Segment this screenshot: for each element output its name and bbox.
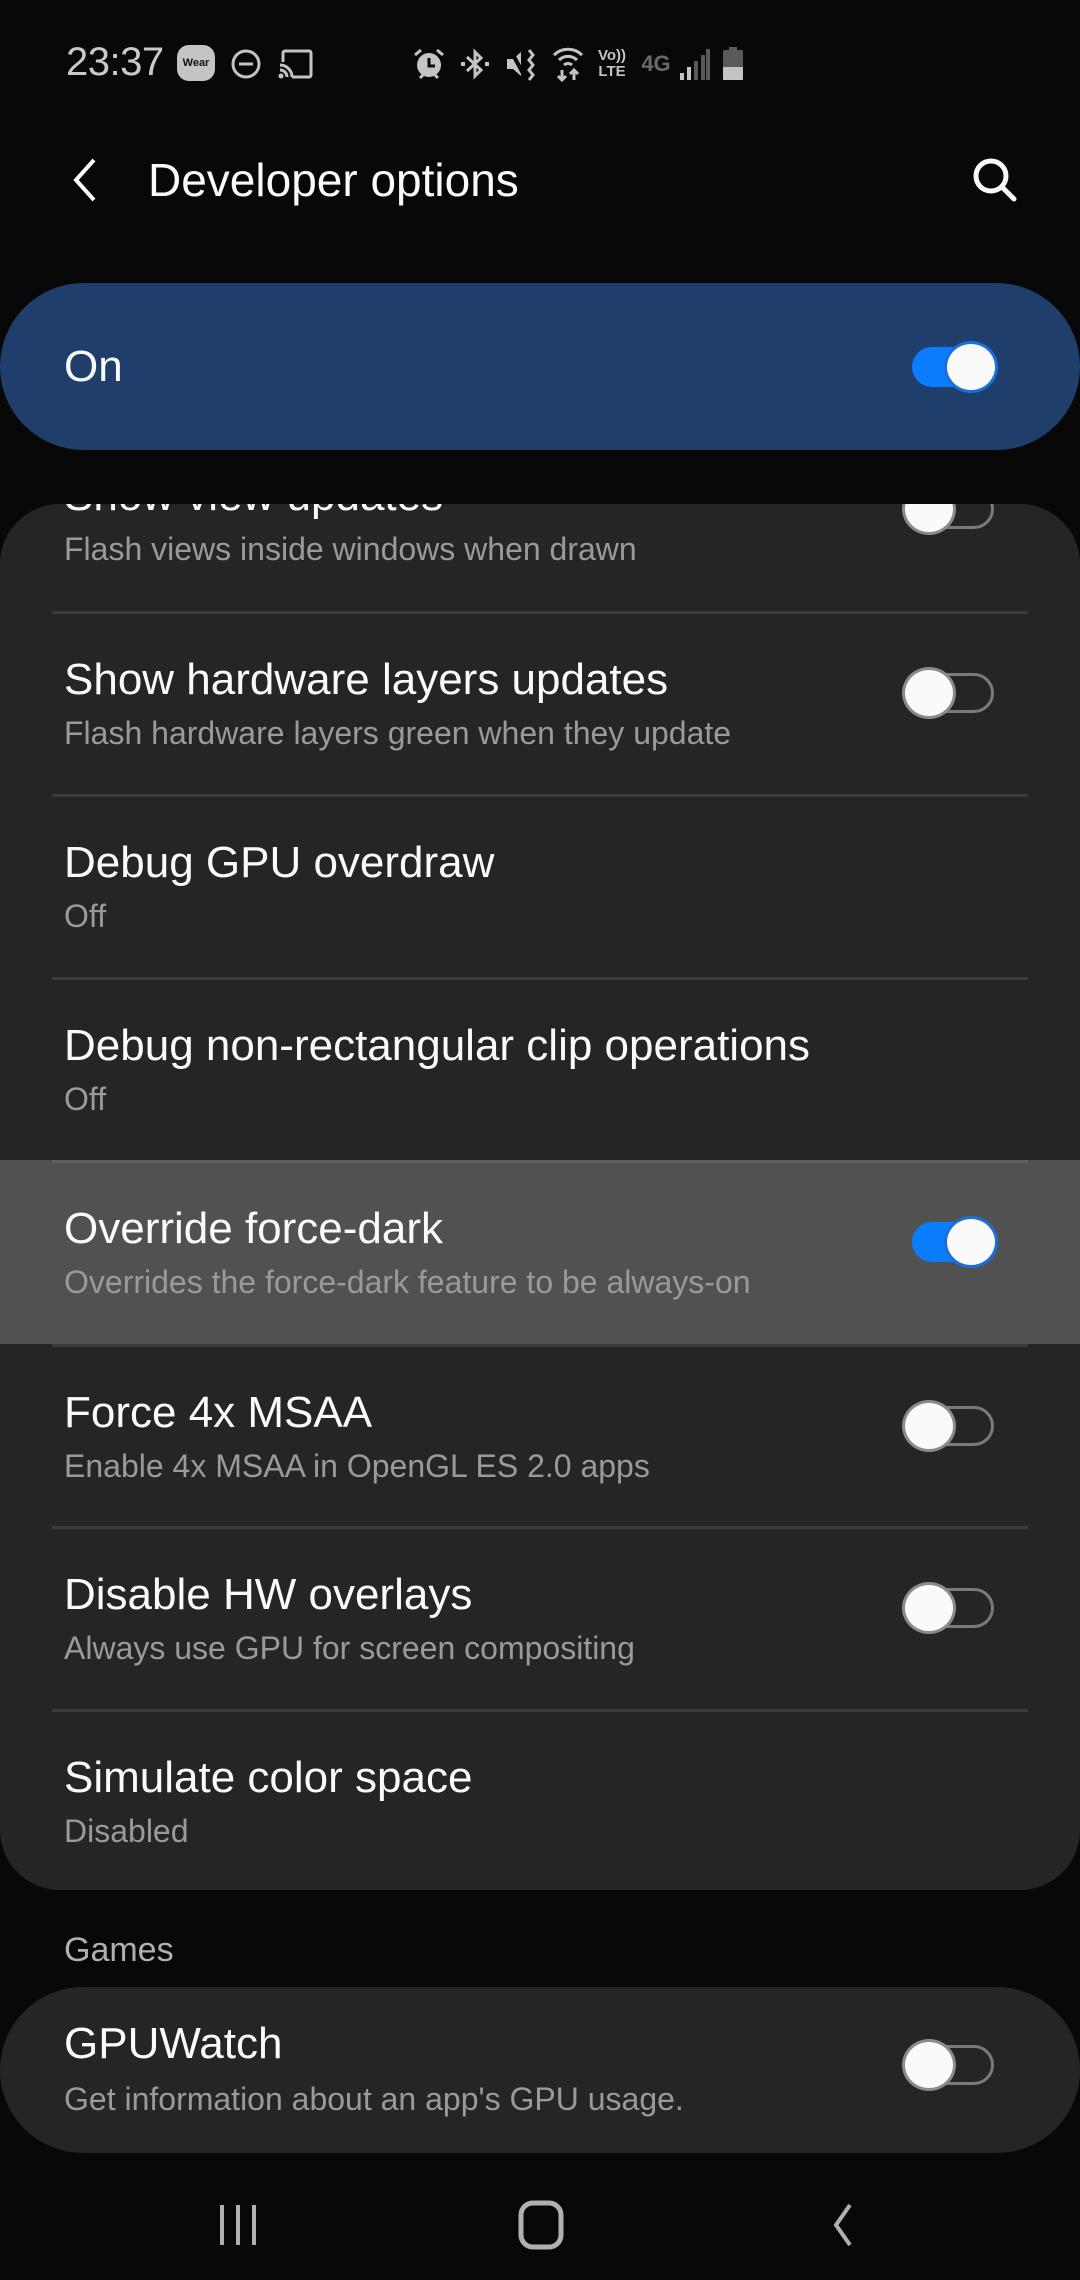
search-icon <box>973 158 1017 202</box>
toggle-show-view-updates[interactable] <box>902 504 998 537</box>
setting-subtitle: Flash hardware layers green when they up… <box>64 715 732 751</box>
setting-title: Force 4x MSAA <box>64 1388 373 1437</box>
setting-subtitle: Disabled <box>64 1813 189 1849</box>
setting-subtitle: Off <box>64 898 107 934</box>
toggle-disable-hw-overlays[interactable] <box>902 1580 998 1636</box>
home-button[interactable] <box>496 2192 586 2258</box>
master-switch-bar[interactable]: On <box>0 283 1080 450</box>
setting-title: Override force-dark <box>64 1204 444 1253</box>
app-header: Developer options <box>0 130 1080 260</box>
setting-title: Simulate color space <box>64 1753 473 1802</box>
status-time: 23:37 <box>66 40 164 84</box>
setting-subtitle: Flash views inside windows when drawn <box>64 531 637 567</box>
toggle-thumb <box>902 2039 956 2091</box>
toggle-thumb <box>902 1582 956 1634</box>
nav-back-button[interactable] <box>798 2192 888 2258</box>
home-icon <box>518 2200 564 2250</box>
setting-title: Debug GPU overdraw <box>64 838 495 887</box>
master-switch-label: On <box>64 342 123 391</box>
section-header-games: Games <box>64 1931 174 1969</box>
setting-debug-non-rectangular-clip[interactable]: Debug non-rectangular clip operations Of… <box>0 979 1080 1162</box>
toggle-thumb <box>902 667 956 719</box>
recents-icon <box>220 2205 256 2245</box>
volte-icon: Vo)) LTE <box>597 47 627 80</box>
divider <box>52 1160 1028 1163</box>
setting-subtitle: Get information about an app's GPU usage… <box>64 2081 684 2117</box>
setting-show-view-updates[interactable]: Show view updates Flash views inside win… <box>0 504 1080 612</box>
wifi-icon <box>552 46 584 82</box>
cast-icon <box>278 46 314 82</box>
toggle-force-4x-msaa[interactable] <box>902 1398 998 1454</box>
alarm-icon <box>412 46 446 82</box>
recents-button[interactable] <box>193 2192 283 2258</box>
setting-disable-hw-overlays[interactable]: Disable HW overlays Always use GPU for s… <box>0 1528 1080 1711</box>
4g-lte-icon: 4G <box>641 51 671 76</box>
setting-title: Show hardware layers updates <box>64 655 669 704</box>
setting-title: Debug non-rectangular clip operations <box>64 1021 811 1070</box>
page-title: Developer options <box>148 154 519 206</box>
back-button[interactable] <box>60 152 110 208</box>
setting-subtitle: Overrides the force-dark feature to be a… <box>64 1264 751 1300</box>
back-icon <box>833 2203 852 2247</box>
toggle-override-force-dark[interactable] <box>902 1214 998 1270</box>
setting-title: Disable HW overlays <box>64 1570 473 1619</box>
toggle-thumb <box>944 1216 998 1268</box>
toggle-show-hardware-layers-updates[interactable] <box>902 665 998 721</box>
toggle-thumb <box>902 504 956 535</box>
do-not-disturb-icon <box>230 46 262 82</box>
battery-icon <box>722 46 744 82</box>
setting-subtitle: Always use GPU for screen compositing <box>64 1630 635 1666</box>
master-toggle[interactable] <box>902 339 998 395</box>
search-button[interactable] <box>965 150 1025 210</box>
setting-gpuwatch[interactable]: GPUWatch Get information about an app's … <box>0 1987 1080 2153</box>
navigation-bar <box>0 2170 1080 2280</box>
setting-subtitle: Enable 4x MSAA in OpenGL ES 2.0 apps <box>64 1448 650 1484</box>
setting-subtitle: Off <box>64 1081 107 1117</box>
settings-card: Show view updates Flash views inside win… <box>0 504 1080 1890</box>
toggle-gpuwatch[interactable] <box>902 2037 998 2093</box>
setting-override-force-dark[interactable]: Override force-dark Overrides the force-… <box>0 1160 1080 1344</box>
toggle-thumb <box>944 341 998 393</box>
games-card: GPUWatch Get information about an app's … <box>0 1987 1080 2153</box>
setting-simulate-color-space[interactable]: Simulate color space Disabled <box>0 1711 1080 1890</box>
back-arrow-icon <box>73 158 96 202</box>
signal-icon <box>680 46 710 82</box>
setting-title: Show view updates <box>64 504 443 523</box>
vibrate-mute-icon <box>505 46 537 82</box>
bluetooth-icon <box>460 46 490 82</box>
setting-debug-gpu-overdraw[interactable]: Debug GPU overdraw Off <box>0 796 1080 979</box>
setting-show-hardware-layers-updates[interactable]: Show hardware layers updates Flash hardw… <box>0 613 1080 796</box>
status-bar: 23:37 Wear Vo)) LTE 4G <box>0 0 1080 130</box>
wear-icon: Wear <box>177 45 215 81</box>
setting-force-4x-msaa[interactable]: Force 4x MSAA Enable 4x MSAA in OpenGL E… <box>0 1346 1080 1529</box>
toggle-thumb <box>902 1400 956 1452</box>
setting-title: GPUWatch <box>64 2019 283 2068</box>
